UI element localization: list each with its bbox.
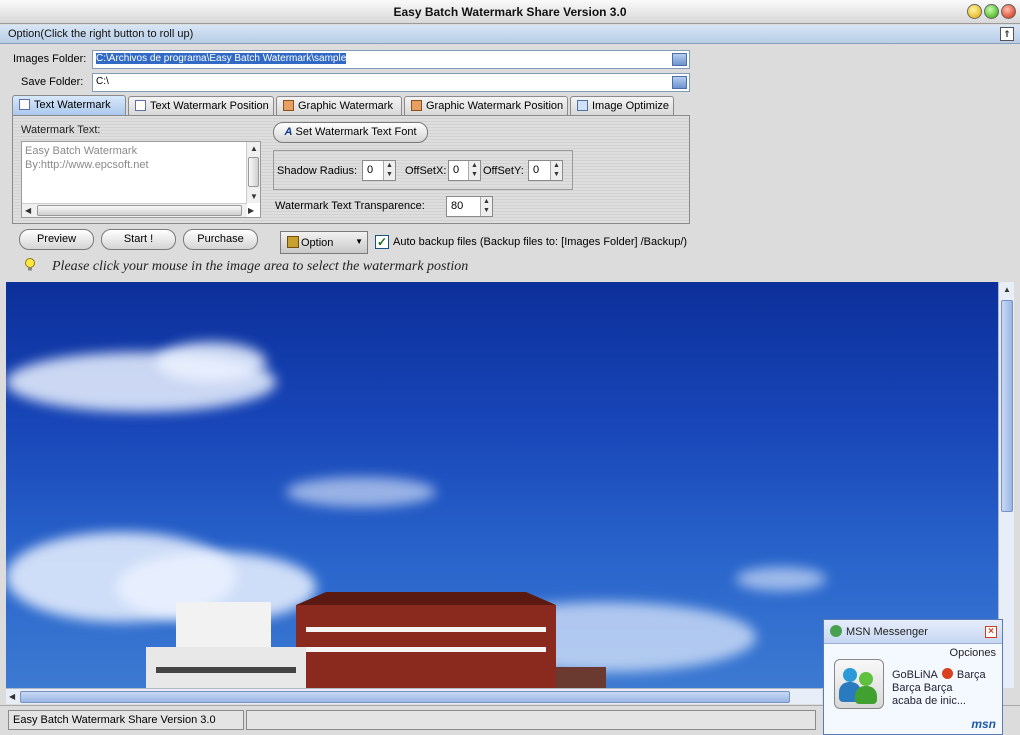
save-folder-browse-button[interactable] (672, 76, 687, 89)
close-icon[interactable]: × (985, 626, 997, 638)
msn-buddy-icon (830, 625, 842, 637)
shadow-radius-label: Shadow Radius: (277, 165, 358, 177)
watermark-text-hscroll[interactable]: ◀ ▶ (22, 203, 254, 217)
set-font-label: Set Watermark Text Font (295, 126, 417, 138)
graphic-position-icon (411, 100, 422, 111)
scroll-up-icon[interactable]: ▲ (1003, 285, 1011, 294)
window-title: Easy Batch Watermark Share Version 3.0 (393, 5, 627, 19)
devil-emoticon-icon (941, 668, 953, 679)
scroll-up-icon[interactable]: ▲ (250, 144, 258, 153)
msn-title: MSN Messenger (846, 626, 928, 638)
tab-label: Graphic Watermark Position (426, 100, 564, 112)
lightbulb-icon (25, 258, 35, 271)
minimize-button[interactable] (967, 4, 982, 19)
option-bar-label: Option(Click the right button to roll up… (8, 28, 194, 40)
msn-header: MSN Messenger × (824, 620, 1002, 644)
image-optimize-icon (577, 100, 588, 111)
transparence-value: 80 (451, 200, 464, 212)
transparence-label: Watermark Text Transparence: (275, 200, 425, 212)
text-watermark-icon (19, 99, 30, 110)
tab-graphic-watermark[interactable]: Graphic Watermark (276, 96, 402, 115)
scroll-down-icon[interactable]: ▼ (250, 192, 258, 201)
tab-image-optimize[interactable]: Image Optimize (570, 96, 674, 115)
msn-message[interactable]: GoBLiNA Barça Barça Barça acaba de inic..… (892, 668, 986, 708)
rollup-button[interactable]: ⇑ (1000, 27, 1014, 41)
offset-x-spinner[interactable]: 0 ▲ ▼ (448, 160, 481, 181)
text-position-icon (135, 100, 146, 111)
msn-options-link[interactable]: Opciones (950, 647, 996, 659)
spinner-arrows-icon[interactable]: ▲ ▼ (383, 161, 395, 180)
option-label: Option (301, 237, 334, 249)
msn-logo: msn (971, 717, 996, 731)
offset-x-value: 0 (453, 164, 460, 176)
shadow-radius-spinner[interactable]: 0 ▲ ▼ (362, 160, 396, 181)
status-panel (246, 710, 816, 730)
scroll-thumb[interactable] (37, 205, 242, 216)
shadow-radius-value: 0 (367, 164, 374, 176)
preview-button[interactable]: Preview (19, 229, 94, 250)
offset-y-label: OffSetY: (483, 165, 524, 177)
tab-graphic-watermark-position[interactable]: Graphic Watermark Position (404, 96, 568, 115)
maximize-button[interactable] (984, 4, 999, 19)
watermark-text-line: Easy Batch Watermark (25, 145, 138, 157)
msn-notification[interactable]: MSN Messenger × Opciones GoBLiNA Barça Ba… (823, 619, 1003, 735)
images-folder-value: C:\Archivos de programa\Easy Batch Water… (96, 53, 347, 64)
msn-line2: Barça Barça (892, 682, 953, 694)
font-icon: A (284, 126, 293, 138)
watermark-text-label: Watermark Text: (21, 124, 101, 136)
watermark-text-area[interactable]: Easy Batch Watermark By:http://www.epcso… (21, 141, 261, 218)
chevron-down-icon: ▼ (355, 237, 363, 246)
set-font-button[interactable]: A Set Watermark Text Font (273, 122, 428, 143)
scroll-left-icon[interactable]: ◀ (9, 692, 15, 701)
image-hscroll[interactable]: ◀ (6, 688, 822, 704)
msn-contact-name: GoBLiNA (892, 669, 938, 681)
msn-line1-tail: Barça (956, 669, 986, 681)
scroll-right-icon[interactable]: ▶ (248, 206, 254, 215)
option-bar: Option(Click the right button to roll up… (0, 25, 1020, 44)
spinner-arrows-icon[interactable]: ▲ ▼ (550, 161, 562, 180)
auto-backup-label: Auto backup files (Backup files to: [Ima… (393, 236, 688, 248)
save-folder-field[interactable]: C:\ (92, 73, 690, 92)
tab-label: Graphic Watermark (298, 100, 393, 112)
start-button[interactable]: Start ! (101, 229, 176, 250)
tab-label: Text Watermark (34, 99, 111, 111)
option-button[interactable]: Option ▼ (280, 231, 368, 254)
scroll-thumb[interactable] (1001, 300, 1013, 512)
graphic-watermark-icon (283, 100, 294, 111)
purchase-button[interactable]: Purchase (183, 229, 258, 250)
msn-avatar (834, 659, 884, 709)
tab-label: Image Optimize (592, 100, 670, 112)
images-folder-browse-button[interactable] (672, 53, 687, 66)
images-folder-label: Images Folder: (13, 53, 87, 65)
status-text: Easy Batch Watermark Share Version 3.0 (8, 710, 244, 730)
scroll-left-icon[interactable]: ◀ (25, 206, 31, 215)
images-folder-field[interactable]: C:\Archivos de programa\Easy Batch Water… (92, 50, 690, 69)
tab-label: Text Watermark Position (150, 100, 269, 112)
save-folder-value: C:\ (96, 76, 109, 87)
spinner-arrows-icon[interactable]: ▲ ▼ (468, 161, 480, 180)
tab-text-watermark[interactable]: Text Watermark (12, 95, 126, 116)
transparence-spinner[interactable]: 80 ▲ ▼ (446, 196, 493, 217)
save-folder-label: Save Folder: (21, 76, 84, 88)
watermark-text-line: By:http://www.epcsoft.net (25, 159, 149, 171)
msn-line3: acaba de inic... (892, 695, 966, 707)
title-bar: Easy Batch Watermark Share Version 3.0 (0, 0, 1020, 24)
spinner-arrows-icon[interactable]: ▲ ▼ (480, 197, 492, 216)
close-button[interactable] (1001, 4, 1016, 19)
palace-image (146, 592, 606, 688)
tab-text-watermark-position[interactable]: Text Watermark Position (128, 96, 274, 115)
offset-y-value: 0 (533, 164, 540, 176)
scroll-thumb[interactable] (248, 157, 259, 187)
auto-backup-checkbox[interactable]: ✓ (375, 235, 389, 249)
watermark-text-vscroll[interactable]: ▲ ▼ (246, 142, 260, 203)
scroll-thumb[interactable] (20, 691, 790, 703)
offset-x-label: OffSetX: (405, 165, 447, 177)
hint-text: Please click your mouse in the image are… (52, 259, 469, 274)
option-icon (287, 236, 299, 248)
offset-y-spinner[interactable]: 0 ▲ ▼ (528, 160, 563, 181)
